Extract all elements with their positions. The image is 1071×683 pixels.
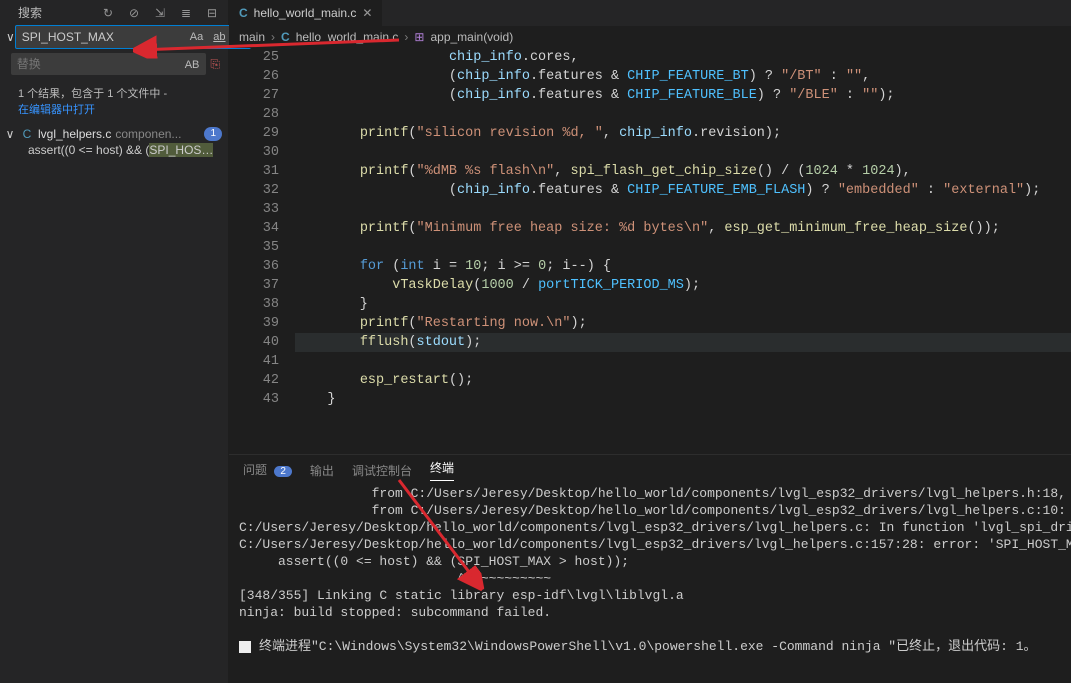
c-file-icon: C bbox=[281, 30, 290, 44]
code-line[interactable]: (chip_info.features & CHIP_FEATURE_BLE) … bbox=[295, 88, 895, 103]
code-line[interactable]: chip_info.cores, bbox=[295, 50, 579, 65]
result-file-name: lvgl_helpers.c bbox=[38, 127, 111, 141]
crumb-file[interactable]: hello_world_main.c bbox=[296, 30, 399, 44]
preserve-case-toggle[interactable]: AB bbox=[182, 57, 203, 73]
crumb-folder[interactable]: main bbox=[239, 30, 265, 44]
function-icon: ⊞ bbox=[414, 30, 424, 44]
code-line[interactable] bbox=[295, 145, 303, 160]
search-result-line[interactable]: assert((0 <= host) && (SPI_HOS… bbox=[28, 143, 228, 157]
tab-debug-console[interactable]: 调试控制台 bbox=[352, 462, 412, 479]
breadcrumb[interactable]: main› C hello_world_main.c› ⊞ app_main(v… bbox=[229, 26, 1071, 48]
result-file-dir: componen... bbox=[115, 127, 181, 141]
code-line[interactable] bbox=[295, 202, 303, 217]
result-count-badge: 1 bbox=[204, 127, 222, 141]
match-whole-word-toggle[interactable]: ab bbox=[210, 29, 228, 45]
code-line[interactable]: } bbox=[295, 297, 368, 312]
tab-problems[interactable]: 问题 2 bbox=[243, 461, 292, 479]
code-line[interactable]: for (int i = 10; i >= 0; i--) { bbox=[295, 259, 611, 274]
chevron-down-icon: ∨ bbox=[4, 127, 16, 141]
c-file-icon: C bbox=[239, 6, 248, 20]
code-line[interactable] bbox=[295, 411, 303, 426]
replace-all-button[interactable]: ⎘ bbox=[210, 55, 220, 73]
code-line[interactable]: fflush(stdout); bbox=[295, 333, 1071, 352]
tab-filename: hello_world_main.c bbox=[254, 6, 357, 20]
code-line[interactable]: printf("%dMB %s flash\n", spi_flash_get_… bbox=[295, 164, 911, 179]
open-in-editor-link[interactable]: 在编辑器中打开 bbox=[18, 101, 218, 117]
clear-results-icon[interactable]: ⊘ bbox=[126, 5, 142, 21]
tab-terminal[interactable]: 终端 bbox=[430, 459, 454, 481]
refresh-icon[interactable]: ↻ bbox=[100, 5, 116, 21]
code-line[interactable]: printf("silicon revision %d, ", chip_inf… bbox=[295, 126, 781, 141]
new-search-editor-icon[interactable]: ⇲ bbox=[152, 5, 168, 21]
problem-count-badge: 2 bbox=[274, 466, 292, 477]
code-line[interactable]: printf("Restarting now.\n"); bbox=[295, 316, 587, 331]
code-line[interactable] bbox=[295, 240, 303, 255]
code-line[interactable]: } bbox=[295, 392, 336, 407]
editor-tab[interactable]: C hello_world_main.c ✕ bbox=[229, 0, 382, 26]
code-line[interactable]: printf("Minimum free heap size: %d bytes… bbox=[295, 221, 1000, 236]
code-line[interactable]: esp_restart(); bbox=[295, 373, 473, 388]
code-line[interactable]: (chip_info.features & CHIP_FEATURE_BT) ?… bbox=[295, 69, 870, 84]
c-file-icon: C bbox=[20, 127, 34, 141]
code-line[interactable]: vTaskDelay(1000 / portTICK_PERIOD_MS); bbox=[295, 278, 700, 293]
code-line[interactable] bbox=[295, 107, 303, 122]
code-line[interactable]: (chip_info.features & CHIP_FEATURE_EMB_F… bbox=[295, 183, 1040, 198]
match-case-toggle[interactable]: Aa bbox=[187, 29, 206, 45]
search-result-file[interactable]: ∨ C lvgl_helpers.c componen... 1 bbox=[4, 127, 228, 141]
tab-output[interactable]: 输出 bbox=[310, 462, 334, 479]
code-editor[interactable]: 25262728293031323334353637383940414243 c… bbox=[229, 48, 1071, 454]
toggle-view-icon[interactable]: ≣ bbox=[178, 5, 194, 21]
toggle-replace-expander[interactable]: ∨ bbox=[6, 30, 15, 44]
close-icon[interactable]: ✕ bbox=[362, 6, 372, 20]
terminal-prompt-icon bbox=[239, 641, 251, 653]
terminal-output[interactable]: from C:/Users/Jeresy/Desktop/hello_world… bbox=[229, 485, 1071, 683]
collapse-all-icon[interactable]: ⊟ bbox=[204, 5, 220, 21]
crumb-symbol[interactable]: app_main(void) bbox=[430, 30, 513, 44]
results-summary-text: 1 个结果，包含于 1 个文件中 - bbox=[18, 88, 167, 100]
replace-input[interactable] bbox=[11, 53, 178, 75]
search-panel-title: 搜索 bbox=[18, 4, 42, 21]
search-input[interactable] bbox=[16, 26, 183, 48]
